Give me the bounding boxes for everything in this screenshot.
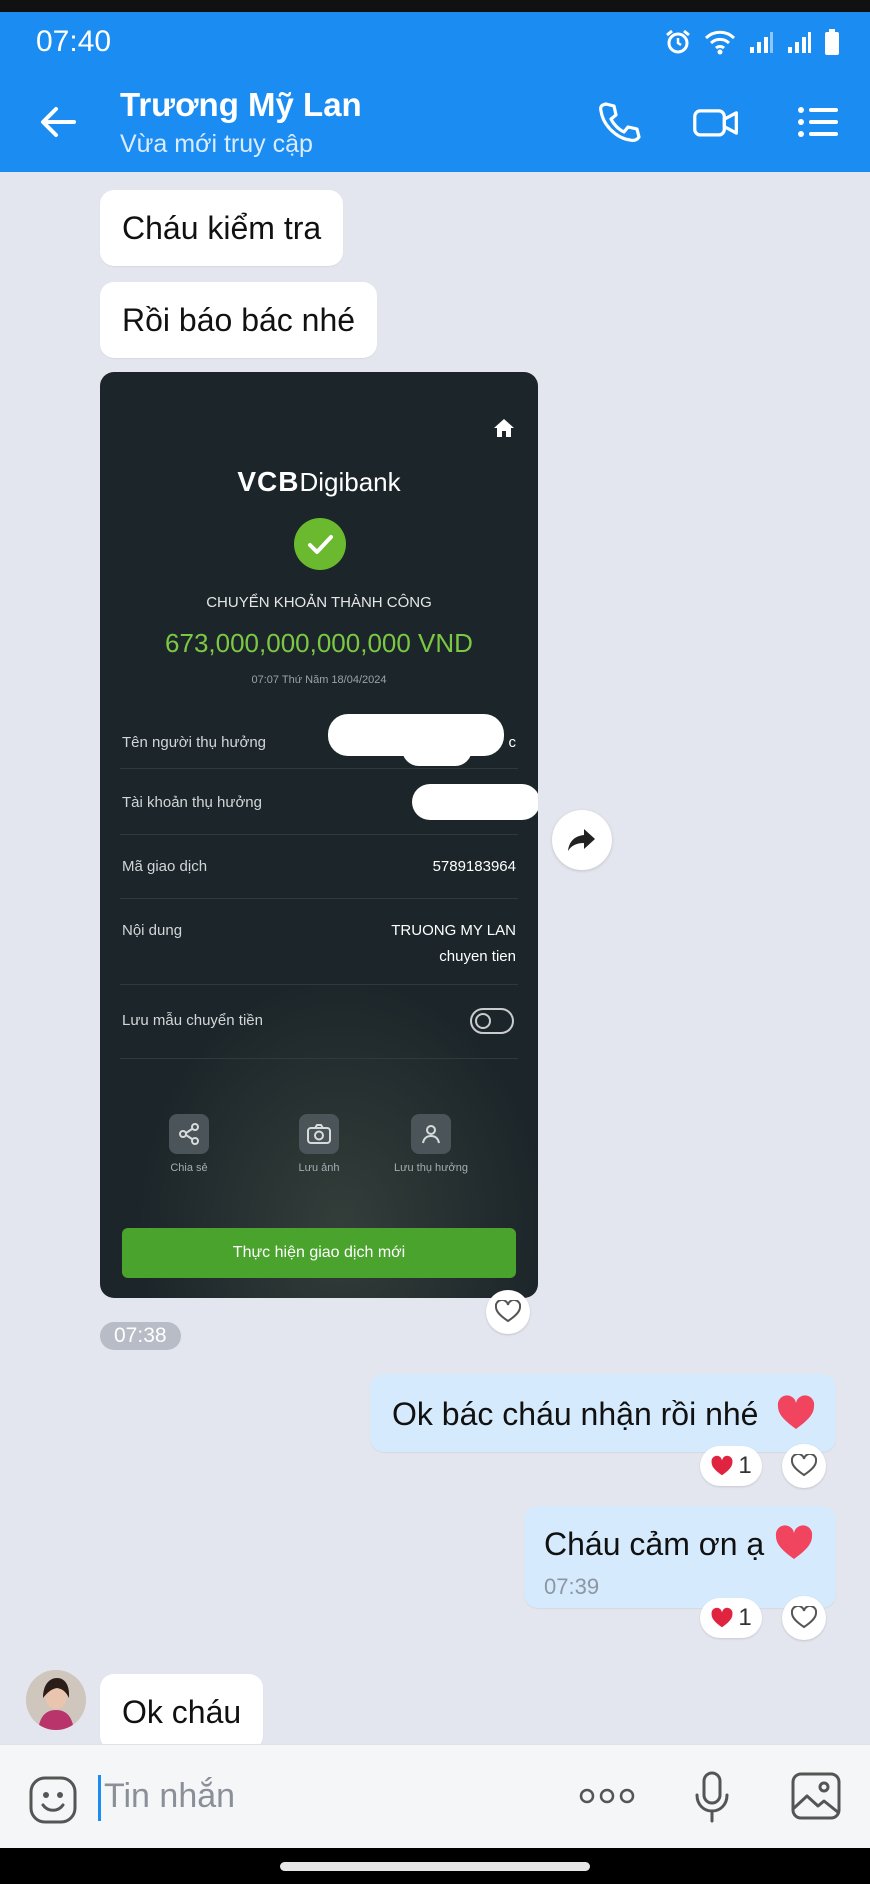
row-beneficiary-account: Tài khoản thụ hưởng: [120, 768, 538, 835]
arrow-left-icon[interactable]: [34, 98, 82, 146]
bank-logo-bold: VCB: [237, 466, 300, 497]
message-bubble-incoming[interactable]: Cháu kiểm tra: [100, 190, 344, 266]
forward-button[interactable]: [552, 810, 612, 870]
heart-outline-icon: [495, 1300, 521, 1323]
message-text: Cháu kiểm tra: [122, 209, 322, 246]
chat-header: Trương Mỹ Lan Vừa mới truy cập: [0, 72, 870, 172]
row-label: Lưu mẫu chuyển tiền: [122, 1012, 263, 1029]
row-label: Tên người thụ hưởng: [122, 734, 267, 751]
message-input[interactable]: Tin nhắn: [104, 1777, 235, 1816]
row-label: Tài khoản thụ hưởng: [122, 794, 262, 811]
video-call-icon[interactable]: [692, 98, 740, 146]
message-time: 07:39: [544, 1574, 600, 1599]
phone-icon[interactable]: [594, 98, 642, 146]
message-time-chip: 07:38: [100, 1322, 181, 1350]
react-button[interactable]: [782, 1596, 826, 1640]
save-template-toggle: [470, 1008, 514, 1034]
camera-icon: [299, 1114, 339, 1154]
screen-top-edge: [0, 0, 870, 12]
action-label: Chia sẻ: [170, 1162, 208, 1174]
new-transaction-button: Thực hiện giao dịch mới: [122, 1228, 516, 1278]
bank-receipt-image[interactable]: VCBDigibank CHUYỂN KHOẢN THÀNH CÔNG 673,…: [100, 372, 538, 1298]
microphone-icon[interactable]: [692, 1769, 732, 1825]
battery-icon: [825, 29, 839, 55]
react-button[interactable]: [486, 1290, 530, 1334]
contact-status: Vừa mới truy cập: [120, 130, 313, 158]
message-bubble-incoming[interactable]: Ok cháu: [100, 1674, 264, 1750]
message-composer: Tin nhắn: [0, 1744, 870, 1849]
react-button[interactable]: [782, 1444, 826, 1488]
menu-list-icon[interactable]: [794, 98, 842, 146]
row-value: 5789183964: [432, 858, 516, 875]
status-bar: 07:40: [0, 12, 870, 72]
home-gesture-bar[interactable]: [280, 1862, 590, 1871]
row-transaction-id: Mã giao dịch 5789183964: [120, 834, 518, 899]
status-time: 07:40: [36, 25, 112, 58]
heart-outline-icon: [791, 1454, 817, 1477]
row-value: TRUONG MY LAN: [391, 922, 516, 939]
wifi-icon: [704, 30, 736, 55]
heart-icon: [711, 1607, 733, 1628]
action-label: Lưu ảnh: [298, 1162, 340, 1174]
message-text: Cháu cảm ơn ạ: [544, 1526, 765, 1562]
action-label: Lưu thụ hưởng: [394, 1162, 468, 1174]
heart-icon: [777, 1395, 815, 1429]
home-icon: [494, 419, 514, 437]
transfer-datetime: 07:07 Thứ Năm 18/04/2024: [251, 674, 387, 686]
row-value: c: [508, 734, 517, 751]
heart-icon: [711, 1455, 733, 1476]
transfer-amount: 673,000,000,000,000 VND: [165, 628, 473, 658]
reaction-count[interactable]: 1: [700, 1598, 762, 1638]
alarm-icon: [666, 29, 690, 54]
signal-icon: [788, 32, 811, 53]
system-nav-bar: [0, 1848, 870, 1884]
user-icon: [411, 1114, 451, 1154]
row-label: Mã giao dịch: [122, 858, 208, 875]
receipt-action-save-image: Lưu ảnh: [274, 1114, 364, 1174]
sticker-icon[interactable]: [28, 1775, 78, 1825]
status-icons: [664, 26, 840, 58]
more-icon[interactable]: [578, 1787, 636, 1805]
transfer-status-title: CHUYỂN KHOẢN THÀNH CÔNG: [206, 594, 432, 611]
contact-name[interactable]: Trương Mỹ Lan: [120, 86, 362, 124]
reaction-count-value: 1: [738, 1604, 752, 1631]
reaction-count[interactable]: 1: [700, 1446, 762, 1486]
image-icon[interactable]: [790, 1771, 842, 1821]
row-beneficiary-name: Tên người thụ hưởng c: [120, 712, 518, 769]
reaction-count-value: 1: [738, 1452, 752, 1479]
forward-arrow-icon: [568, 829, 595, 851]
receipt-action-share: Chia sẻ: [144, 1114, 234, 1174]
share-nodes-icon: [169, 1114, 209, 1154]
row-label: Nội dung: [122, 922, 183, 939]
row-content: Nội dung TRUONG MY LAN chuyen tien: [120, 898, 518, 985]
message-text: Rồi báo bác nhé: [122, 301, 356, 338]
contact-avatar[interactable]: [26, 1670, 86, 1730]
message-text: Ok bác cháu nhận rồi nhé: [392, 1396, 759, 1432]
row-save-template: Lưu mẫu chuyển tiền: [120, 984, 518, 1059]
signal-icon: [750, 32, 773, 53]
bank-logo: VCBDigibank: [100, 466, 538, 498]
receipt-action-save-beneficiary: Lưu thụ hưởng: [386, 1114, 476, 1174]
success-check-icon: [294, 518, 346, 570]
redaction-mark: [412, 784, 538, 820]
message-bubble-outgoing[interactable]: Ok bác cháu nhận rồi nhé: [370, 1374, 836, 1452]
redaction-mark: [402, 732, 472, 766]
heart-outline-icon: [791, 1606, 817, 1629]
text-caret: [98, 1775, 101, 1821]
heart-icon: [775, 1525, 813, 1559]
message-bubble-incoming[interactable]: Rồi báo bác nhé: [100, 282, 378, 358]
message-bubble-outgoing[interactable]: Cháu cảm ơn ạ 07:39: [524, 1506, 836, 1608]
bank-logo-rest: Digibank: [299, 467, 401, 497]
row-value: chuyen tien: [439, 948, 516, 965]
message-text: Ok cháu: [122, 1693, 242, 1730]
